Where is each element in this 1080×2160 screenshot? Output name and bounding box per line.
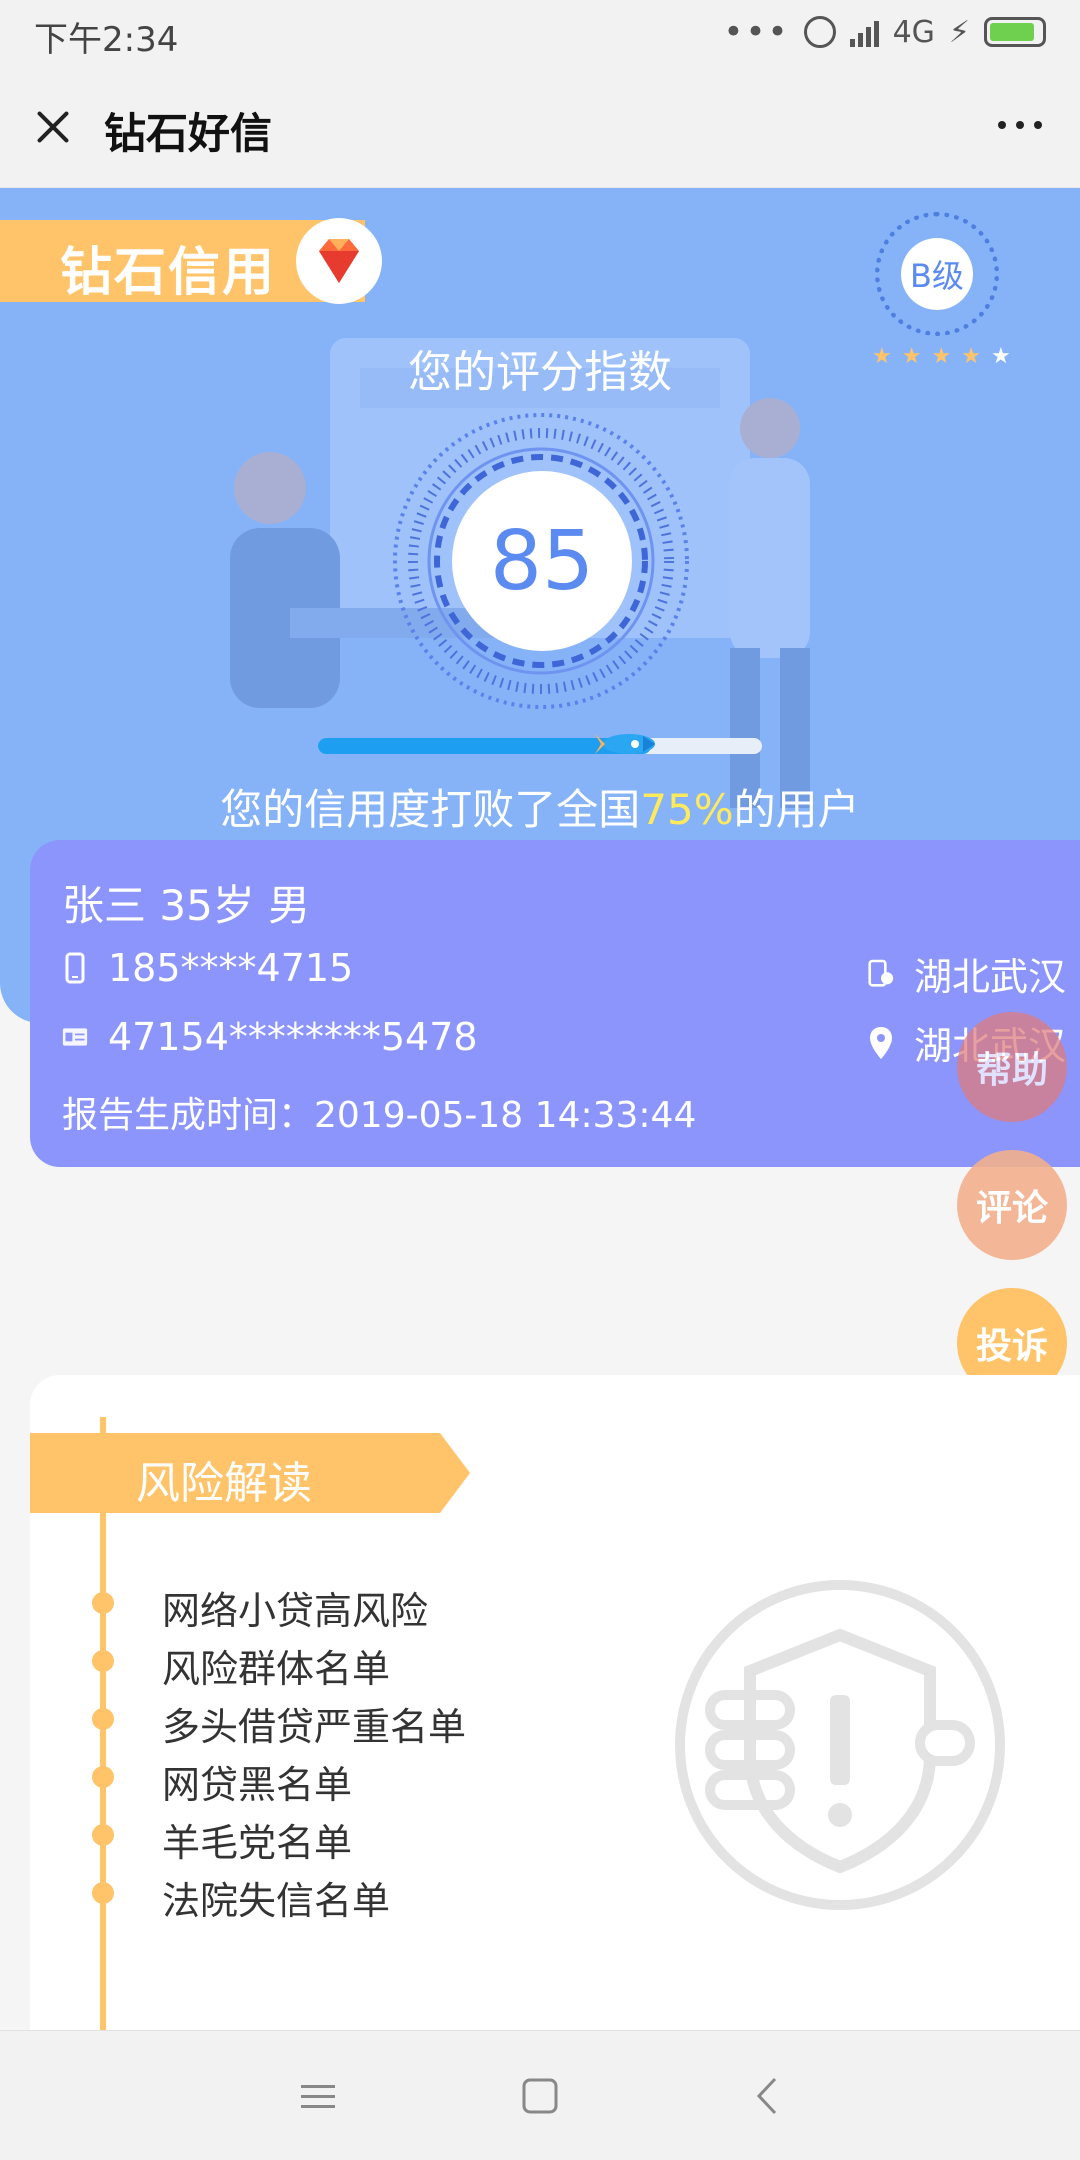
timeline-dot-icon — [92, 1650, 114, 1672]
grade-badge: B级 — [875, 212, 999, 336]
risk-title: 风险解读 — [136, 1458, 312, 1509]
credit-progress-bar — [318, 734, 762, 754]
beat-percent: 75% — [640, 785, 734, 834]
id-number: 47154********5478 — [108, 1015, 478, 1059]
rocket-icon — [595, 734, 655, 754]
user-name-line: 张三 35岁 男 — [62, 881, 311, 930]
timeline-dot-icon — [92, 1766, 114, 1788]
risk-item: 网贷黑名单 — [30, 1754, 730, 1807]
timeline-dot-icon — [92, 1708, 114, 1730]
battery-icon — [984, 17, 1046, 47]
menu-icon[interactable] — [293, 2071, 343, 2121]
phone-icon — [62, 950, 88, 986]
comment-button[interactable]: 评论 — [957, 1150, 1067, 1260]
status-bar: 下午2:34 ••• 4G ⚡ — [0, 0, 1080, 66]
risk-analysis-card: 风险解读 网络小贷高风险 风险群体名单多头借贷严重名单 网贷黑名单羊毛党名单法院失信… — [30, 1375, 1080, 2037]
back-icon[interactable] — [743, 2071, 793, 2121]
risk-item-label: 羊毛党名单 — [162, 1821, 353, 1865]
network-type: 4G — [892, 14, 935, 50]
risk-item: 法院失信名单 — [30, 1870, 730, 1923]
location-pin-icon — [868, 1025, 894, 1061]
alarm-icon — [803, 16, 836, 48]
score-label: 您的评分指数 — [408, 347, 672, 398]
report-time: 报告生成时间：2019-05-18 14:33:44 — [62, 1095, 697, 1136]
id-row: 47154********5478 — [62, 1015, 478, 1059]
risk-item: 多头借贷严重名单 — [30, 1696, 730, 1749]
page-title: 钻石好信 — [104, 109, 273, 158]
risk-item-label: 法院失信名单 — [162, 1879, 391, 1923]
grade-label: B级 — [901, 238, 973, 310]
id-card-icon — [62, 1019, 88, 1055]
risk-item: 网络小贷高风险 — [30, 1580, 730, 1633]
system-nav-bar — [0, 2030, 1080, 2160]
help-button[interactable]: 帮助 — [957, 1012, 1067, 1122]
phone-number: 185****4715 — [108, 946, 354, 990]
user-info-card: 张三 35岁 男 185****4715 47154********5478 湖… — [30, 840, 1080, 1167]
diamond-logo-icon — [296, 218, 382, 304]
status-time: 下午2:34 — [34, 20, 179, 60]
home-icon[interactable] — [515, 2071, 565, 2121]
risk-item-label: 多头借贷严重名单 — [162, 1705, 467, 1749]
more-icon[interactable] — [990, 110, 1050, 140]
status-icons: ••• 4G ⚡ — [723, 12, 1046, 52]
phone-location-icon — [868, 956, 894, 992]
score-value: 85 — [452, 471, 632, 651]
credit-beat-text: 您的信用度打败了全国75%的用户 — [0, 776, 1080, 837]
phone-location: 湖北武汉 — [914, 955, 1067, 999]
risk-item: 风险群体名单 — [30, 1638, 730, 1691]
timeline-dot-icon — [92, 1824, 114, 1846]
notification-dots-icon: ••• — [723, 12, 790, 52]
phone-row: 185****4715 — [62, 946, 353, 990]
risk-item-label: 风险群体名单 — [162, 1647, 391, 1691]
charging-icon: ⚡ — [948, 14, 970, 50]
risk-item: 羊毛党名单 — [30, 1812, 730, 1865]
phone-location-row: 湖北武汉 — [868, 946, 1066, 1001]
risk-item-label: 网贷黑名单 — [162, 1763, 353, 1807]
risk-item-label: 网络小贷高风险 — [162, 1589, 429, 1633]
close-icon[interactable] — [28, 102, 78, 152]
beat-prefix: 您的信用度打败了全国 — [220, 785, 641, 834]
signal-icon — [849, 17, 879, 47]
shield-warning-icon — [675, 1580, 1005, 1910]
title-bar: 钻石好信 — [0, 66, 1080, 188]
timeline-dot-icon — [92, 1592, 114, 1614]
brand-name: 钻石信用 — [60, 243, 277, 303]
beat-suffix: 的用户 — [733, 785, 860, 834]
timeline-dot-icon — [92, 1882, 114, 1904]
